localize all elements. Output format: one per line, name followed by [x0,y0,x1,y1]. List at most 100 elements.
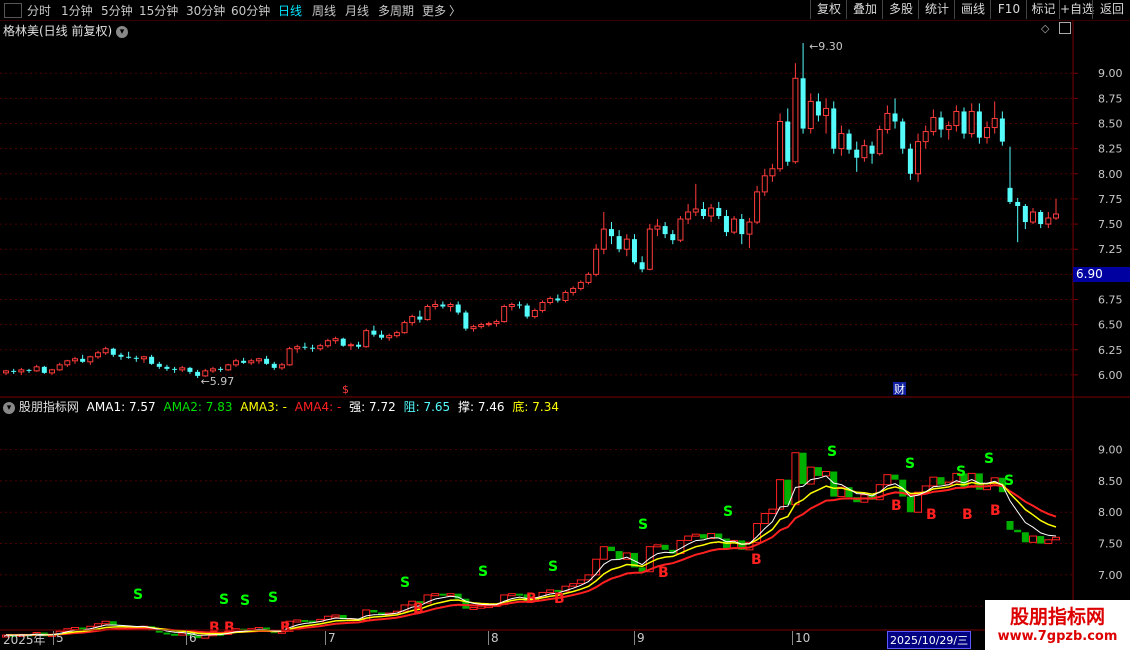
candle [692,183,699,217]
candle [539,300,546,313]
candle-body [930,116,937,133]
candle [508,302,515,311]
candle-body [692,208,699,213]
kline-chart-area[interactable]: ←9.30←5.97$ 财 S S S SSS SSSSS SSSB B BBB BBBBB B B … [0,20,1130,650]
period-tab-7[interactable]: 周线 [312,2,336,19]
candle [209,366,216,373]
buy-signal: B [224,620,235,636]
indicator-bar [776,479,785,510]
candle [386,333,393,341]
toolbar-button-7[interactable]: +自选 [1059,0,1094,19]
period-tab-8[interactable]: 月线 [345,2,369,19]
candle [232,358,239,367]
candle [631,234,637,265]
candle [241,357,247,364]
candle-body [708,207,715,217]
buy-signal: B [926,507,937,523]
candle [577,280,584,291]
indicator-bar [370,609,378,613]
candle [164,364,170,371]
candle-body [846,133,852,150]
cursor-date: 2025/10/29/三 [887,631,972,649]
indicator-bar [691,533,700,537]
candle [585,272,592,285]
period-tab-2[interactable]: 5分钟 [101,2,133,19]
period-tab-4[interactable]: 30分钟 [186,2,225,19]
window-toggle-icon[interactable] [1059,22,1071,34]
watermark: 股朋指标网 www.7gpzb.com [985,600,1130,650]
sell-signal: S [723,504,733,520]
toolbar-button-8[interactable]: 返回 [1092,0,1130,19]
toolbar-handle-icon [4,3,22,18]
candle [356,341,362,349]
event-marker-finance[interactable]: 财 [894,382,905,396]
indicator-bar [822,471,831,477]
period-tab-3[interactable]: 15分钟 [139,2,178,19]
toolbar-button-3[interactable]: 统计 [918,0,955,19]
candle [470,324,477,332]
candle-body [662,226,668,235]
candle-body [225,364,232,371]
title-dropdown-icon[interactable]: ▾ [116,25,129,38]
candle [984,121,991,144]
candle-body [271,363,277,368]
candle-body [455,304,461,313]
month-label-0: 5 [53,631,64,645]
toolbar-button-4[interactable]: 画线 [954,0,991,19]
period-tab-1[interactable]: 1分钟 [61,2,93,19]
candle-body [700,208,706,217]
candle [623,234,630,257]
candle [118,352,124,360]
candle [968,103,975,138]
stock-title-text: 格林美(日线 前复权) [3,24,113,38]
candle-body [892,113,898,122]
candle-body [739,219,745,235]
buy-signal: B [413,601,424,617]
zu-value: 7.65 [423,400,451,414]
indicator-bar [546,589,555,593]
candle-body [646,228,653,270]
candle-body [417,316,423,320]
candle-body [11,370,17,372]
toolbar-button-2[interactable]: 多股 [882,0,919,19]
candle [991,101,998,134]
period-tab-0[interactable]: 分时 [27,2,51,19]
candle [71,356,78,364]
period-tab-5[interactable]: 60分钟 [231,2,270,19]
candle [685,203,692,225]
candle-body [80,358,86,362]
candle [654,219,661,237]
event-marker-dividend[interactable]: $ [342,383,349,396]
candle-body [517,304,523,306]
toolbar: 分时 1分钟 5分钟 15分钟 30分钟 60分钟 日线 周线 月线 多周期 更多〉 复权 叠加 多股统… [0,0,1130,21]
indicator-bar [431,593,440,597]
toolbar-button-5[interactable]: F10 [990,0,1027,19]
indicator-bar [70,627,79,631]
indicator-name: 股朋指标网 [18,400,79,414]
candle-body [218,368,224,370]
indicator-bar [569,583,578,587]
diamond-icon[interactable]: ◇ [1041,22,1049,35]
candle [831,101,837,154]
toolbar-button-1[interactable]: 叠加 [846,0,883,19]
indicator-dropdown-icon[interactable]: ▾ [3,401,15,414]
candle-body [18,369,25,373]
period-tab-6[interactable]: 日线 [278,2,302,19]
time-axis-year: 2025年 [3,633,46,647]
period-tab-10[interactable]: 更多 [422,2,446,19]
candle-body [71,358,78,362]
candle-body [1007,187,1013,202]
candle [907,143,913,180]
candle [670,230,676,245]
indicator-bar [929,476,938,487]
indicator-bar [607,546,615,552]
indicator-bar [1006,521,1014,530]
more-arrow-icon[interactable]: 〉 [449,2,461,19]
candle [616,230,622,253]
period-tab-9[interactable]: 多周期 [378,2,414,19]
toolbar-button-6[interactable]: 标记 [1026,0,1060,19]
toolbar-button-0[interactable]: 复权 [810,0,847,19]
candle [271,361,277,370]
indicator-bar [1014,529,1022,533]
ama1-value: 7.57 [128,400,156,414]
